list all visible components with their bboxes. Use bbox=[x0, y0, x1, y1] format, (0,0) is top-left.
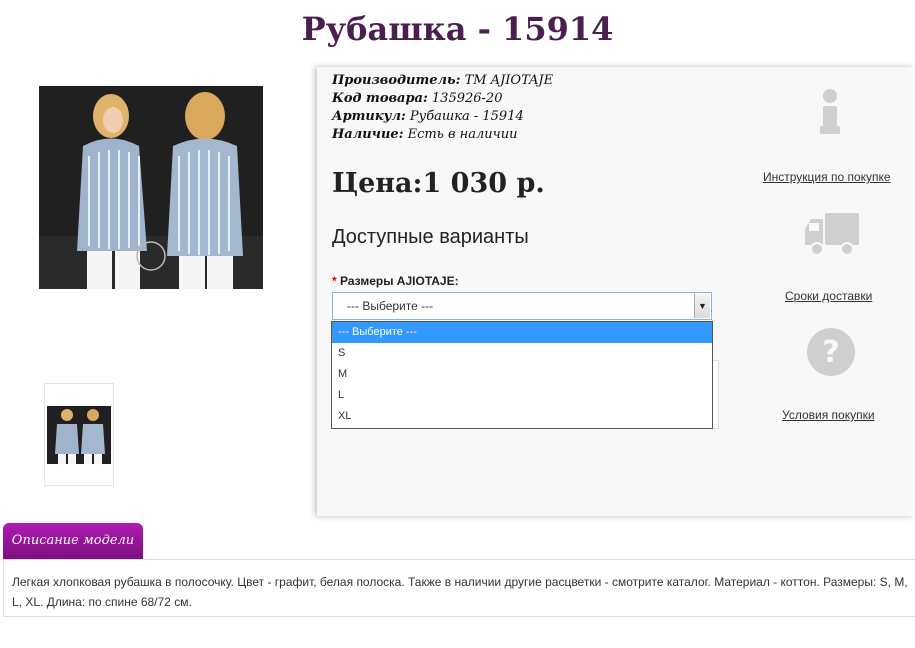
product-thumbnail[interactable] bbox=[44, 383, 114, 486]
article-value: Рубашка - 15914 bbox=[409, 109, 524, 124]
description-text: Легкая хлопковая рубашка в полосочку. Цв… bbox=[12, 575, 908, 609]
chevron-down-icon[interactable]: ▼ bbox=[694, 294, 710, 318]
truck-icon bbox=[805, 211, 859, 262]
page-title: Рубашка - 15914 bbox=[301, 10, 614, 48]
question-icon: ? bbox=[806, 327, 856, 382]
manufacturer-label: Производитель: bbox=[332, 73, 461, 88]
size-option-m[interactable]: M bbox=[332, 364, 712, 385]
product-price: Цена:1 030 р. bbox=[332, 168, 545, 199]
description-panel: Легкая хлопковая рубашка в полосочку. Цв… bbox=[3, 559, 915, 617]
article-label: Артикул: bbox=[332, 109, 406, 124]
purchase-conditions-link[interactable]: Условия покупки bbox=[782, 408, 875, 422]
product-code-value: 135926-20 bbox=[431, 91, 503, 106]
size-select-value: --- Выберите --- bbox=[347, 299, 434, 313]
product-code-row: Код товара: 135926-20 bbox=[332, 91, 502, 106]
size-option-placeholder[interactable]: --- Выберите --- bbox=[332, 322, 712, 343]
thumbnail-illustration bbox=[47, 406, 111, 464]
size-dropdown-list[interactable]: --- Выберите --- S M L XL bbox=[331, 321, 713, 429]
availability-label: Наличие: bbox=[332, 127, 404, 142]
size-select-label-text: Размеры AJIOTAJE: bbox=[340, 274, 459, 288]
manufacturer-row: Производитель: TM AJIOTAJE bbox=[332, 73, 553, 88]
size-option-l[interactable]: L bbox=[332, 385, 712, 406]
size-option-xl[interactable]: XL bbox=[332, 406, 712, 427]
svg-text:?: ? bbox=[822, 335, 839, 370]
product-code-label: Код товара: bbox=[332, 91, 428, 106]
required-mark: * bbox=[332, 274, 337, 288]
options-box-edge bbox=[712, 360, 719, 429]
tab-description[interactable]: Описание модели bbox=[3, 523, 143, 559]
article-row: Артикул: Рубашка - 15914 bbox=[332, 109, 524, 124]
size-option-s[interactable]: S bbox=[332, 343, 712, 364]
size-select[interactable]: --- Выберите --- ▼ bbox=[332, 292, 712, 320]
product-photo-illustration bbox=[39, 86, 263, 289]
product-main-image[interactable] bbox=[39, 86, 263, 289]
manufacturer-value: TM AJIOTAJE bbox=[464, 73, 554, 88]
purchase-instructions-link[interactable]: Инструкция по покупке bbox=[763, 170, 891, 184]
variants-heading: Доступные варианты bbox=[332, 226, 529, 248]
availability-row: Наличие: Есть в наличии bbox=[332, 127, 517, 142]
delivery-terms-link[interactable]: Сроки доставки bbox=[785, 289, 872, 303]
info-icon bbox=[818, 88, 842, 141]
size-select-label: * Размеры AJIOTAJE: bbox=[332, 274, 459, 288]
availability-value: Есть в наличии bbox=[407, 127, 518, 142]
